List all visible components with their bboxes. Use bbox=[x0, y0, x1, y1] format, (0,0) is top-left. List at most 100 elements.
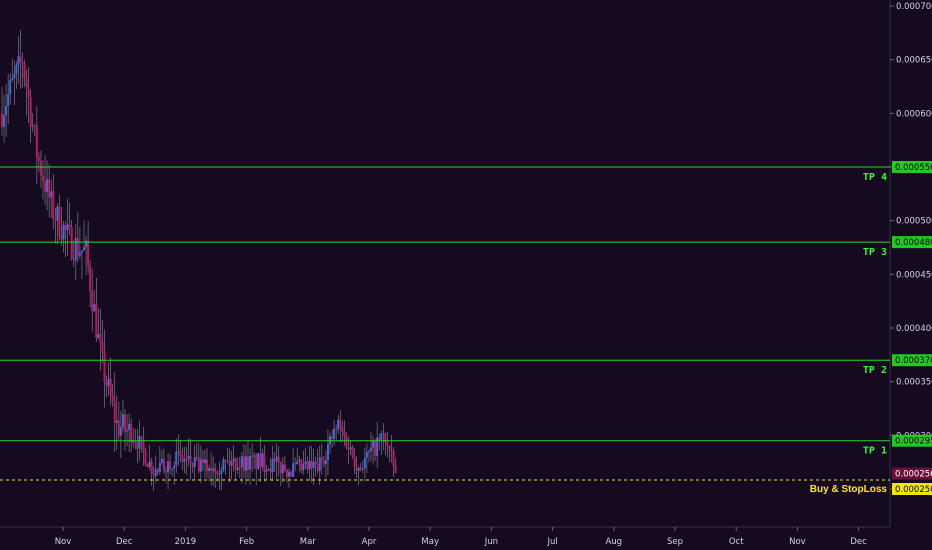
candle-body bbox=[347, 447, 350, 449]
candle-body bbox=[44, 181, 47, 192]
candle-body bbox=[119, 427, 122, 436]
candle-body bbox=[167, 461, 170, 473]
candle-body bbox=[7, 94, 10, 107]
candle-body bbox=[128, 423, 131, 431]
candle-body bbox=[15, 65, 18, 75]
candle-body bbox=[326, 444, 329, 461]
candle-body bbox=[109, 378, 112, 396]
candle-body bbox=[105, 381, 108, 386]
candle-body bbox=[281, 464, 284, 474]
candle-body bbox=[216, 472, 219, 475]
candle-body bbox=[1, 113, 3, 127]
candle-body bbox=[165, 471, 167, 473]
candle-body bbox=[111, 395, 114, 402]
candle-body bbox=[230, 461, 233, 466]
candle-body bbox=[60, 235, 63, 240]
candle-body bbox=[91, 291, 94, 312]
chart-area[interactable]: 0.000700 0.000650 0.000600 0.000550 0.000500… bbox=[0, 0, 932, 550]
candle-body bbox=[87, 240, 90, 266]
candle-body bbox=[345, 435, 348, 448]
candle-body bbox=[146, 464, 149, 468]
candle-body bbox=[220, 470, 223, 474]
candle-body bbox=[310, 460, 313, 469]
candle-body bbox=[126, 430, 129, 432]
candle-body bbox=[372, 440, 375, 448]
tp-label: TP 4 bbox=[863, 172, 887, 183]
candle-body bbox=[72, 258, 75, 261]
candle-body bbox=[56, 206, 59, 221]
candle-body bbox=[279, 462, 282, 474]
candle-body bbox=[171, 468, 174, 470]
candle-body bbox=[35, 125, 38, 158]
candle-body bbox=[283, 464, 286, 470]
y-tick-label: 0.000450 bbox=[896, 270, 932, 280]
candle-body bbox=[212, 468, 215, 471]
candle-body bbox=[265, 470, 268, 472]
x-tick-label: Oct bbox=[729, 537, 744, 547]
candle-body bbox=[285, 469, 288, 477]
candle-body bbox=[46, 178, 49, 192]
candle-body bbox=[261, 453, 264, 467]
x-tick-label: Aug bbox=[605, 537, 622, 547]
candle-body bbox=[238, 467, 241, 469]
candle-body bbox=[42, 175, 44, 182]
candle-body bbox=[302, 463, 305, 471]
candle-body bbox=[95, 304, 98, 339]
x-tick-label: Jun bbox=[484, 537, 498, 547]
candle-body bbox=[160, 459, 163, 463]
candle-body bbox=[234, 458, 237, 470]
candle-body bbox=[361, 468, 364, 470]
candle-body bbox=[11, 78, 14, 81]
x-tick-label: Dec bbox=[116, 537, 133, 547]
candle-body bbox=[269, 469, 272, 473]
candle-body bbox=[3, 115, 6, 127]
candle-body bbox=[275, 456, 278, 462]
candle-body bbox=[144, 450, 147, 465]
candle-body bbox=[80, 250, 83, 253]
candle-body bbox=[97, 333, 100, 339]
candle-body bbox=[294, 463, 297, 465]
candle-body bbox=[9, 80, 12, 95]
candle-body bbox=[23, 63, 26, 79]
candle-body bbox=[384, 433, 387, 443]
candle-body bbox=[31, 125, 34, 127]
candle-body bbox=[271, 458, 274, 473]
candle-body bbox=[267, 469, 270, 471]
candle-body bbox=[392, 450, 395, 466]
candle-body bbox=[74, 237, 77, 261]
x-tick-label: Feb bbox=[239, 537, 254, 547]
candle-body bbox=[66, 224, 69, 231]
candle-body bbox=[351, 447, 354, 457]
candle-body bbox=[25, 78, 28, 89]
stoploss-label: Buy & StopLoss bbox=[810, 484, 888, 495]
tp-price-text: 0.000370 bbox=[895, 356, 932, 366]
candle-body bbox=[185, 458, 188, 460]
candle-body bbox=[5, 106, 8, 116]
candle-body bbox=[343, 431, 346, 436]
candle-body bbox=[195, 457, 198, 459]
candle-body bbox=[288, 471, 290, 477]
candle-body bbox=[68, 224, 71, 228]
x-tick-label: Sep bbox=[667, 537, 683, 547]
candle-body bbox=[222, 459, 225, 471]
candle-body bbox=[152, 474, 155, 476]
x-tick-label: Nov bbox=[789, 537, 806, 547]
candle-body bbox=[337, 419, 340, 430]
x-tick-label: 2019 bbox=[175, 537, 197, 547]
candle-body bbox=[158, 462, 161, 473]
candle-body bbox=[208, 468, 211, 471]
candle-body bbox=[259, 453, 262, 467]
candle-body bbox=[181, 455, 184, 462]
candle-body bbox=[76, 237, 79, 256]
y-tick-label: 0.000650 bbox=[896, 56, 932, 66]
candle-body bbox=[273, 458, 276, 462]
candle-body bbox=[298, 459, 301, 462]
candle-body bbox=[201, 459, 204, 464]
x-tick-label: Apr bbox=[362, 537, 377, 547]
y-tick-label: 0.000500 bbox=[896, 217, 932, 227]
x-tick-label: Dec bbox=[850, 537, 867, 547]
candle-body bbox=[218, 473, 221, 475]
x-tick-label: Nov bbox=[55, 537, 72, 547]
candle-body bbox=[21, 62, 24, 64]
tp-label: TP 2 bbox=[863, 365, 887, 376]
